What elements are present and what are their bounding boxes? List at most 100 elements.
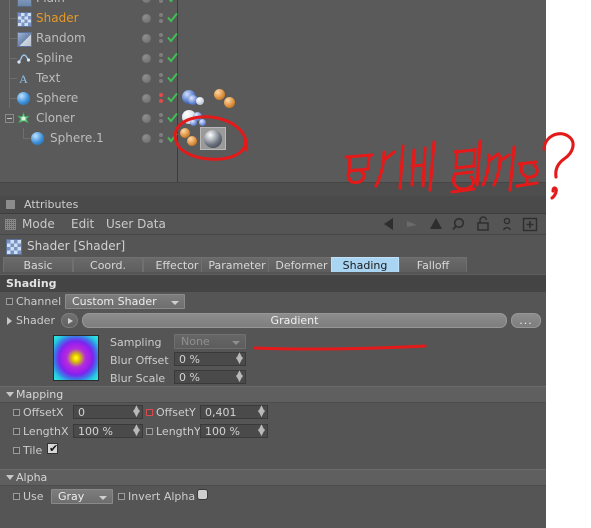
editor-visibility-dot[interactable] xyxy=(142,34,151,43)
enabled-check-icon[interactable] xyxy=(167,72,178,83)
mograph-tag-icon[interactable] xyxy=(224,97,235,108)
offsetx-keyframe-box[interactable] xyxy=(13,409,20,416)
menu-item-edit[interactable]: Edit xyxy=(71,217,94,231)
render-visibility-dot[interactable] xyxy=(159,133,163,137)
stepper-icon[interactable]: ▲ ▼ xyxy=(236,352,243,366)
shader-play-button[interactable] xyxy=(61,313,78,328)
tile-keyframe-box[interactable] xyxy=(13,447,20,454)
chevron-down-icon[interactable] xyxy=(6,392,14,397)
forward-arrow-icon[interactable] xyxy=(403,216,423,232)
gradient-preview-swatch[interactable] xyxy=(53,335,99,381)
object-visibility-column[interactable] xyxy=(137,0,178,182)
render-visibility-dot[interactable] xyxy=(159,73,163,77)
material-tag-icon[interactable] xyxy=(199,119,206,126)
tag-group-sphere-1[interactable] xyxy=(178,126,288,150)
channel-dropdown[interactable]: Custom Shader xyxy=(65,294,185,309)
blur-scale-input[interactable]: 0 % ▲ ▼ xyxy=(174,370,246,384)
editor-visibility-dot[interactable] xyxy=(142,134,151,143)
editor-visibility-dot[interactable] xyxy=(142,94,151,103)
editor-visibility-dot[interactable] xyxy=(142,54,151,63)
alpha-use-dropdown[interactable]: Gray xyxy=(51,489,113,504)
tab-coord[interactable]: Coord. xyxy=(73,257,143,272)
offsetx-input[interactable]: 0 ▲ ▼ xyxy=(73,405,143,419)
expand-collapse-toggle[interactable] xyxy=(5,114,14,123)
menu-grip-icon[interactable] xyxy=(5,219,16,230)
lengthy-input[interactable]: 100 % ▲ ▼ xyxy=(200,424,268,438)
visibility-row[interactable] xyxy=(137,8,178,28)
enabled-check-icon[interactable] xyxy=(167,132,178,143)
stepper-icon[interactable]: ▲ ▼ xyxy=(258,424,265,438)
back-arrow-icon[interactable] xyxy=(379,216,399,232)
sampling-dropdown[interactable]: None xyxy=(174,334,246,349)
stepper-icon[interactable]: ▲ ▼ xyxy=(236,370,243,384)
render-visibility-dot[interactable] xyxy=(159,33,163,37)
selected-material-tag[interactable] xyxy=(200,127,226,150)
tab-shading[interactable]: Shading xyxy=(331,257,399,272)
enabled-check-icon[interactable] xyxy=(167,112,178,123)
material-tag-icon[interactable] xyxy=(190,119,197,126)
visibility-row[interactable] xyxy=(137,0,177,8)
object-row-text[interactable]: A Text xyxy=(0,68,137,88)
offsety-input[interactable]: 0,401 ▲ ▼ xyxy=(200,405,268,419)
lock-icon[interactable] xyxy=(473,216,493,232)
visibility-row[interactable] xyxy=(137,108,178,128)
lengthx-input[interactable]: 100 % ▲ ▼ xyxy=(73,424,143,438)
render-visibility-dot[interactable] xyxy=(159,59,163,63)
render-visibility-dot[interactable] xyxy=(159,113,163,117)
visibility-row[interactable] xyxy=(137,68,178,88)
use-keyframe-box[interactable] xyxy=(13,493,20,500)
offsety-keyframe-box[interactable] xyxy=(146,409,153,416)
object-row-shader[interactable]: Shader xyxy=(0,8,137,28)
stepper-icon[interactable]: ▲ ▼ xyxy=(133,424,140,438)
window-grip-icon[interactable] xyxy=(6,200,15,209)
object-tree[interactable]: Plain Shader Random xyxy=(0,0,138,182)
tab-deformer[interactable]: Deformer xyxy=(268,257,335,272)
lengthx-keyframe-box[interactable] xyxy=(13,428,20,435)
object-row-sphere[interactable]: Sphere xyxy=(0,88,137,108)
object-row-plain[interactable]: Plain xyxy=(0,0,137,8)
render-visibility-dot[interactable] xyxy=(159,39,163,43)
render-visibility-dot[interactable] xyxy=(159,79,163,83)
object-row-sphere-1[interactable]: Sphere.1 xyxy=(0,128,137,148)
render-visibility-dot[interactable] xyxy=(159,99,163,103)
editor-visibility-dot[interactable] xyxy=(142,14,151,23)
render-visibility-dot[interactable] xyxy=(159,19,163,23)
enabled-check-icon[interactable] xyxy=(167,12,178,23)
invert-alpha-checkbox[interactable] xyxy=(197,489,208,500)
render-visibility-dot[interactable] xyxy=(159,119,163,123)
texture-tag-icon[interactable] xyxy=(196,97,204,105)
object-row-cloner[interactable]: Cloner xyxy=(0,108,137,128)
object-row-spline[interactable]: Spline xyxy=(0,48,137,68)
tag-group-sphere[interactable] xyxy=(182,88,262,108)
mograph-tag-icon[interactable] xyxy=(187,136,197,146)
search-icon[interactable] xyxy=(450,216,470,232)
tab-basic[interactable]: Basic xyxy=(3,257,73,272)
editor-visibility-dot[interactable] xyxy=(142,74,151,83)
shader-expand-triangle[interactable] xyxy=(7,317,12,325)
render-visibility-dot[interactable] xyxy=(159,93,163,97)
editor-visibility-dot[interactable] xyxy=(142,114,151,123)
visibility-row[interactable] xyxy=(137,28,178,48)
render-visibility-dot[interactable] xyxy=(159,53,163,57)
tab-parameter[interactable]: Parameter xyxy=(201,257,273,272)
stepper-icon[interactable]: ▲ ▼ xyxy=(133,405,140,419)
object-row-random[interactable]: Random xyxy=(0,28,137,48)
render-visibility-dot[interactable] xyxy=(159,13,163,17)
menu-item-user-data[interactable]: User Data xyxy=(106,217,166,231)
object-tag-area[interactable] xyxy=(178,0,546,182)
visibility-row[interactable] xyxy=(137,88,178,108)
lengthy-keyframe-box[interactable] xyxy=(146,428,153,435)
render-visibility-dot[interactable] xyxy=(159,139,163,143)
invert-alpha-keyframe-box[interactable] xyxy=(118,493,125,500)
visibility-row[interactable] xyxy=(137,128,178,148)
alpha-group-header[interactable]: Alpha xyxy=(0,469,546,486)
tag-group-cloner[interactable] xyxy=(182,108,262,128)
tab-falloff[interactable]: Falloff xyxy=(399,257,467,272)
shader-link-field[interactable]: Gradient xyxy=(82,313,507,328)
mapping-group-header[interactable]: Mapping xyxy=(0,386,546,403)
menu-item-mode[interactable]: Mode xyxy=(22,217,55,231)
attributes-tabs[interactable]: Basic Coord. Effector Parameter Deformer… xyxy=(0,257,546,273)
channel-keyframe-box[interactable] xyxy=(6,298,13,305)
stepper-icon[interactable]: ▲ ▼ xyxy=(258,405,265,419)
editor-visibility-dot[interactable] xyxy=(142,0,151,3)
